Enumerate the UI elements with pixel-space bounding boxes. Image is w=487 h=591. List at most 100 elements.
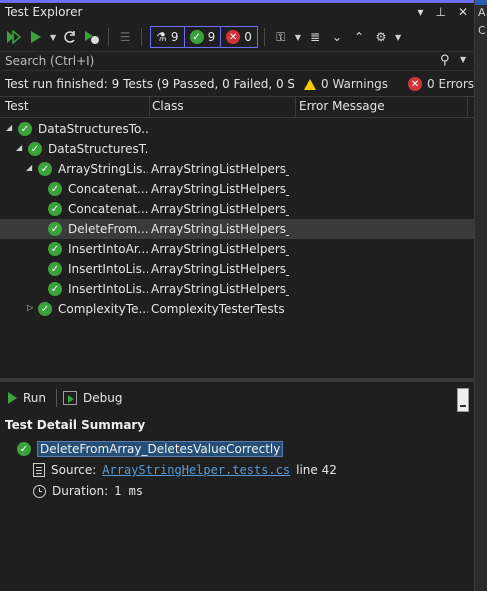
passed-icon: ✓ [189,30,204,44]
tree-row[interactable]: ✓ Concatenat... ArrayStringListHelpers_T… [0,179,474,199]
expander-closed-icon[interactable]: ▷ [27,303,33,312]
test-name: Concatenat... [68,202,148,216]
test-detail-summary-title: Test Detail Summary [5,418,146,432]
expand-all-icon[interactable]: ⌄ [327,27,347,47]
test-name: InsertIntoLis... [68,262,148,276]
passed-icon: ✓ [48,202,62,216]
tree-row[interactable]: ✓ Concatenat... ArrayStringListHelpers_T… [0,199,474,219]
source-file-link[interactable]: ArrayStringHelper.tests.cs [102,463,290,477]
tree-row[interactable]: ✓ InsertIntoLis... ArrayStringListHelper… [0,279,474,299]
test-name: InsertIntoAr... [68,242,148,256]
errors-indicator[interactable]: ✕ 0 Errors [408,77,474,91]
expander-open-icon[interactable]: ◢ [6,123,12,132]
cancel-icon[interactable]: ☰ [115,27,135,47]
run-icon[interactable] [26,27,46,47]
search-dropdown-icon[interactable]: ▼ [460,55,466,64]
side-tab-label[interactable]: A [478,6,486,19]
table-header: Test Class Error Message [0,96,474,118]
debug-button[interactable]: Debug [63,391,122,405]
error-icon: ✕ [408,77,423,91]
run-status-bar: Test run finished: 9 Tests (9 Passed, 0 … [0,73,474,95]
detail-options-button[interactable] [457,388,469,412]
column-header-error-message[interactable]: Error Message [299,99,385,113]
selected-test: ✓ DeleteFromArray_DeletesValueCorrectly [17,440,284,458]
passed-icon: ✓ [48,242,62,256]
debug-icon [63,391,78,405]
test-class: ArrayStringListHelpers_T... [151,182,289,196]
collapse-all-icon[interactable]: ⌃ [349,27,369,47]
test-name: DataStructuresTo... [38,122,148,136]
duration-value: 1 ms [114,484,144,498]
tree-row[interactable]: ▷ ✓ ComplexityTe... ComplexityTesterTest… [0,299,474,319]
test-name: DeleteFrom... [68,222,148,236]
test-tree: ◢ ✓ DataStructuresTo... ◢ ✓ DataStructur… [0,119,474,319]
test-name: ArrayStringLis... [58,162,148,176]
column-header-test[interactable]: Test [5,99,29,113]
passed-icon: ✓ [48,262,62,276]
run-all-icon[interactable] [4,27,24,47]
expander-open-icon[interactable]: ◢ [26,163,32,172]
total-tests-filter[interactable]: ⚗ 9 [151,27,185,47]
passed-icon: ✓ [38,302,52,316]
test-name: ComplexityTe... [58,302,148,316]
passed-icon: ✓ [17,442,31,456]
clock-icon [33,484,46,498]
tree-row[interactable]: ◢ ✓ ArrayStringLis... ArrayStringListHel… [0,159,474,179]
passed-icon: ✓ [48,222,62,236]
window-title: Test Explorer [5,5,83,19]
passed-icon: ✓ [48,182,62,196]
passed-tests-filter[interactable]: ✓ 9 [185,27,222,47]
toolbar: ▼ ☰ ⚗ 9 ✓ 9 ✕ 0 ⚿ ▼ ≣ ⌄ ⌃ ⚙ ▼ [0,24,474,50]
run-status-message: Test run finished: 9 Tests (9 Passed, 0 … [5,77,294,91]
playlist-icon[interactable]: ≣ [305,27,325,47]
test-counters: ⚗ 9 ✓ 9 ✕ 0 [150,26,258,48]
test-class: ArrayStringListHelpers_T... [151,162,289,176]
tree-row[interactable]: ✓ InsertIntoAr... ArrayStringListHelpers… [0,239,474,259]
search-input[interactable] [0,52,430,70]
run-failed-icon[interactable] [82,27,102,47]
failed-icon: ✕ [226,30,241,44]
source-line: Source: ArrayStringHelper.tests.cs line … [33,461,337,479]
expander-open-icon[interactable]: ◢ [16,143,22,152]
test-class: ArrayStringListHelpers_T... [151,222,289,236]
passed-icon: ✓ [28,142,42,156]
passed-icon: ✓ [38,162,52,176]
group-by-icon[interactable]: ⚿ [271,27,291,47]
duration-line: Duration: 1 ms [33,482,143,500]
warning-icon [304,78,316,90]
failed-tests-filter[interactable]: ✕ 0 [221,27,257,47]
title-bar: Test Explorer ▾ ⊥ ✕ [0,0,474,23]
close-icon[interactable]: ✕ [458,5,468,19]
group-by-dropdown-icon[interactable]: ▼ [295,33,301,42]
test-class: ArrayStringListHelpers_T... [151,262,289,276]
test-class: ArrayStringListHelpers_T... [151,282,289,296]
settings-dropdown-icon[interactable]: ▼ [395,33,401,42]
warnings-indicator[interactable]: 0 Warnings [304,77,388,91]
test-explorer-panel: Test Explorer ▾ ⊥ ✕ ▼ ☰ ⚗ 9 ✓ 9 ✕ 0 ⚿ ▼ … [0,0,474,591]
search-bar: ⚲ ▼ [0,51,474,71]
column-header-class[interactable]: Class [152,99,184,113]
run-icon [8,392,17,404]
test-name: Concatenat... [68,182,148,196]
settings-icon[interactable]: ⚙ [371,27,391,47]
pane-splitter[interactable] [0,378,474,382]
test-name: DataStructuresT... [48,142,148,156]
source-line-number: line 42 [296,463,337,477]
tree-row[interactable]: ✓ InsertIntoLis... ArrayStringListHelper… [0,259,474,279]
tree-row[interactable]: ◢ ✓ DataStructuresT... [0,139,474,159]
test-class: ArrayStringListHelpers_T... [151,202,289,216]
window-menu-icon[interactable]: ▾ [417,5,423,19]
source-file-icon [33,463,45,477]
run-button[interactable]: Run [8,391,46,405]
search-icon[interactable]: ⚲ [440,53,450,68]
side-tool-strip: A C [474,0,487,591]
pin-icon[interactable]: ⊥ [435,5,445,19]
repeat-last-run-icon[interactable] [60,27,80,47]
side-tab-label[interactable]: C [478,24,486,37]
tree-row-selected[interactable]: ✓ DeleteFrom... ArrayStringListHelpers_T… [0,219,474,239]
selected-test-name[interactable]: DeleteFromArray_DeletesValueCorrectly [37,441,284,457]
tree-row[interactable]: ◢ ✓ DataStructuresTo... [0,119,474,139]
run-dropdown-icon[interactable]: ▼ [50,33,56,42]
detail-toolbar: Run Debug [0,386,474,410]
test-class: ArrayStringListHelpers_T... [151,242,289,256]
